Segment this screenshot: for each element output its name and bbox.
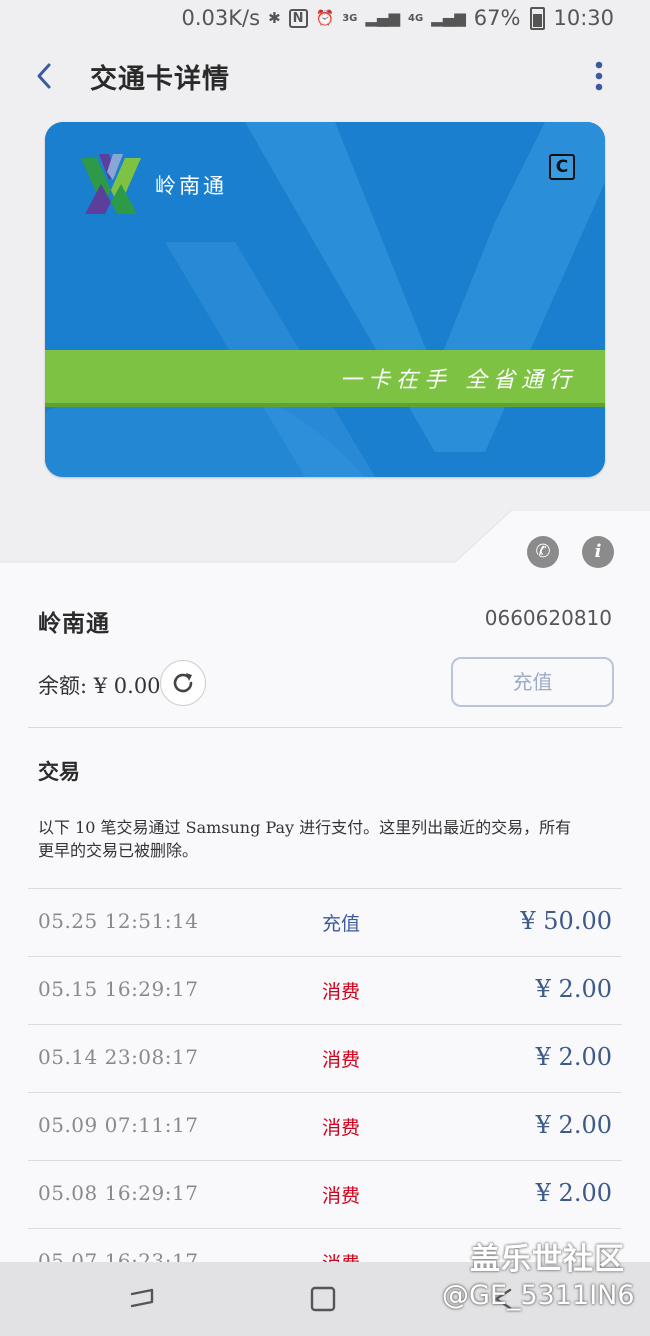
transaction-amount: ¥ 2.00 [535,1179,612,1207]
card-slogan: 一卡在手 全省通行 [340,368,577,393]
page-title: 交通卡详情 [90,64,230,95]
section-divider [28,727,622,728]
recents-icon [130,1288,154,1308]
recents-button[interactable] [128,1284,158,1314]
balance-label: 余额: ¥ 0.00 [38,674,161,698]
card-c-badge: C [549,154,575,180]
back-button[interactable] [28,58,64,94]
battery-icon [530,6,546,30]
refresh-balance-button[interactable] [160,660,206,706]
more-options-button[interactable] [582,56,616,96]
card-title: 岭南通 [38,611,110,637]
battery-percent: 67% [473,6,521,30]
recharge-button[interactable]: 充值 [451,657,614,707]
signal-bars-icon: ▂▄▆ [365,9,400,27]
transaction-amount: ¥ 2.00 [535,975,612,1003]
signal-4g-icon: 4G [408,12,424,24]
signal-bars-icon-2: ▂▄▆ [431,9,466,27]
card-brand-name: 岭南通 [155,174,227,198]
transaction-time: 05.14 23:08:17 [38,1045,199,1069]
transaction-type: 消费 [322,1049,361,1071]
transaction-row[interactable]: 05.14 23:08:17 消费 ¥ 2.00 [28,1024,622,1092]
transaction-time: 05.15 16:29:17 [38,977,199,1001]
call-button[interactable]: ✆ [527,536,559,568]
signal-3g-icon: 3G [342,12,358,24]
phone-icon: ✆ [535,541,551,562]
info-button[interactable]: i [582,536,614,568]
transaction-amount: ¥ 50.00 [520,907,612,935]
nfc-icon: N [288,8,308,28]
transactions-description: 以下 10 笔交易通过 Samsung Pay 进行支付。这里列出最近的交易，所… [38,818,572,860]
info-icon: i [594,541,602,562]
transaction-time: 05.25 12:51:14 [38,909,199,933]
app-bar: 交通卡详情 [0,44,650,110]
refresh-icon [173,673,193,693]
transaction-type: 消费 [322,981,361,1003]
transaction-time: 05.08 16:29:17 [38,1181,199,1205]
network-speed: 0.03K/s [181,6,261,30]
card-number: 0660620810 [484,606,612,630]
transaction-time: 05.09 07:11:17 [38,1113,199,1137]
home-icon [310,1286,336,1312]
lingnantong-logo-icon [81,154,141,214]
transaction-type: 消费 [322,1117,361,1139]
transaction-row[interactable]: 05.08 16:29:17 消费 ¥ 2.00 [28,1160,622,1228]
chevron-left-icon [37,63,51,89]
status-indicators: 0.03K/s ✱ N ⏰ 3G ▂▄▆ 4G ▂▄▆ 67% 10:30 [182,6,614,30]
transit-card[interactable]: 一卡在手 全省通行 岭南通 C [45,122,605,477]
card-band-stripe [45,403,605,407]
transaction-row[interactable]: 05.15 16:29:17 消费 ¥ 2.00 [28,956,622,1024]
card-detail-sheet: ✆ i 岭南通 0660620810 余额: ¥ 0.00 充值 交易 以下 1… [0,510,650,1275]
home-button[interactable] [308,1284,338,1314]
alarm-icon: ⏰ [315,9,335,27]
transaction-type: 充值 [322,913,361,935]
bluetooth-icon: ✱ [268,9,281,27]
status-bar: 0.03K/s ✱ N ⏰ 3G ▂▄▆ 4G ▂▄▆ 67% 10:30 [0,0,650,40]
transactions-heading: 交易 [38,760,80,784]
watermark-user: @GE_5311IN6 [442,1280,635,1311]
more-vertical-icon [595,61,603,91]
clock: 10:30 [553,6,614,30]
transaction-amount: ¥ 2.00 [535,1111,612,1139]
transaction-amount: ¥ 2.00 [535,1043,612,1071]
transaction-type: 消费 [322,1185,361,1207]
transaction-row[interactable]: 05.25 12:51:14 充值 ¥ 50.00 [28,888,622,956]
transaction-row[interactable]: 05.09 07:11:17 消费 ¥ 2.00 [28,1092,622,1160]
watermark-community: 盖乐世社区 [470,1242,625,1277]
